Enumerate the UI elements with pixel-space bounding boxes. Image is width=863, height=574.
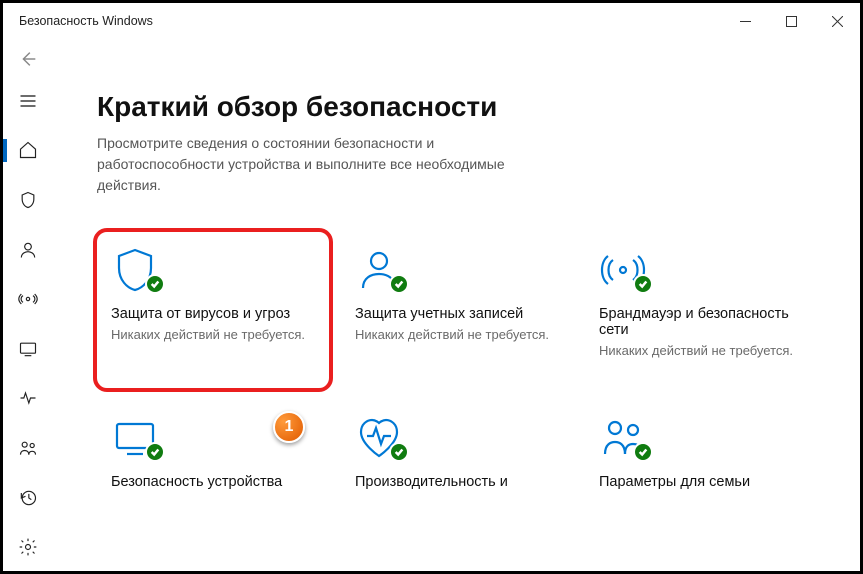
- card-account-protection[interactable]: Защита учетных записей Никаких действий …: [341, 232, 573, 388]
- maximize-button[interactable]: [768, 3, 814, 39]
- status-ok-badge: [145, 442, 165, 462]
- account-icon: [355, 246, 559, 300]
- card-title: Параметры для семьи: [599, 474, 803, 490]
- minimize-button[interactable]: [722, 3, 768, 39]
- card-sub: Никаких действий не требуется.: [111, 326, 315, 344]
- card-title: Производительность и: [355, 474, 559, 490]
- sidebar-item-firewall[interactable]: [3, 285, 53, 313]
- sidebar-item-virus[interactable]: [3, 186, 53, 214]
- main-content: Краткий обзор безопасности Просмотрите с…: [53, 83, 860, 571]
- card-family[interactable]: Параметры для семьи: [585, 400, 817, 556]
- status-ok-badge: [389, 442, 409, 462]
- sidebar-item-family[interactable]: [3, 434, 53, 462]
- window-controls: [722, 3, 860, 39]
- status-ok-badge: [633, 274, 653, 294]
- sidebar: [3, 83, 53, 571]
- firewall-icon: [599, 246, 803, 300]
- card-sub: Никаких действий не требуется.: [599, 342, 803, 360]
- titlebar: Безопасность Windows: [3, 3, 860, 39]
- heartbeat-icon: [355, 414, 559, 468]
- status-ok-badge: [145, 274, 165, 294]
- sidebar-item-home[interactable]: [3, 137, 53, 165]
- card-title: Брандмауэр и безопасность сети: [599, 306, 803, 338]
- status-ok-badge: [389, 274, 409, 294]
- close-button[interactable]: [814, 3, 860, 39]
- back-row: [3, 39, 860, 83]
- status-ok-badge: [633, 442, 653, 462]
- shield-icon: [111, 246, 315, 300]
- sidebar-item-settings[interactable]: [3, 533, 53, 561]
- window-title: Безопасность Windows: [19, 14, 153, 28]
- card-title: Защита от вирусов и угроз: [111, 306, 315, 322]
- step-annotation-1: 1: [273, 411, 305, 443]
- sidebar-item-account[interactable]: [3, 236, 53, 264]
- page-title: Краткий обзор безопасности: [97, 91, 820, 123]
- card-performance[interactable]: Производительность и: [341, 400, 573, 556]
- sidebar-item-performance[interactable]: [3, 385, 53, 413]
- cards-grid: Защита от вирусов и угроз Никаких действ…: [97, 232, 820, 556]
- card-virus-protection[interactable]: Защита от вирусов и угроз Никаких действ…: [97, 232, 329, 388]
- family-icon: [599, 414, 803, 468]
- page-subtitle: Просмотрите сведения о состоянии безопас…: [97, 133, 517, 196]
- card-title: Безопасность устройства: [111, 474, 315, 490]
- sidebar-item-device[interactable]: [3, 335, 53, 363]
- back-button[interactable]: [17, 48, 39, 75]
- card-firewall[interactable]: Брандмауэр и безопасность сети Никаких д…: [585, 232, 817, 388]
- sidebar-item-history[interactable]: [3, 484, 53, 512]
- menu-toggle[interactable]: [3, 87, 53, 115]
- card-title: Защита учетных записей: [355, 306, 559, 322]
- card-sub: Никаких действий не требуется.: [355, 326, 559, 344]
